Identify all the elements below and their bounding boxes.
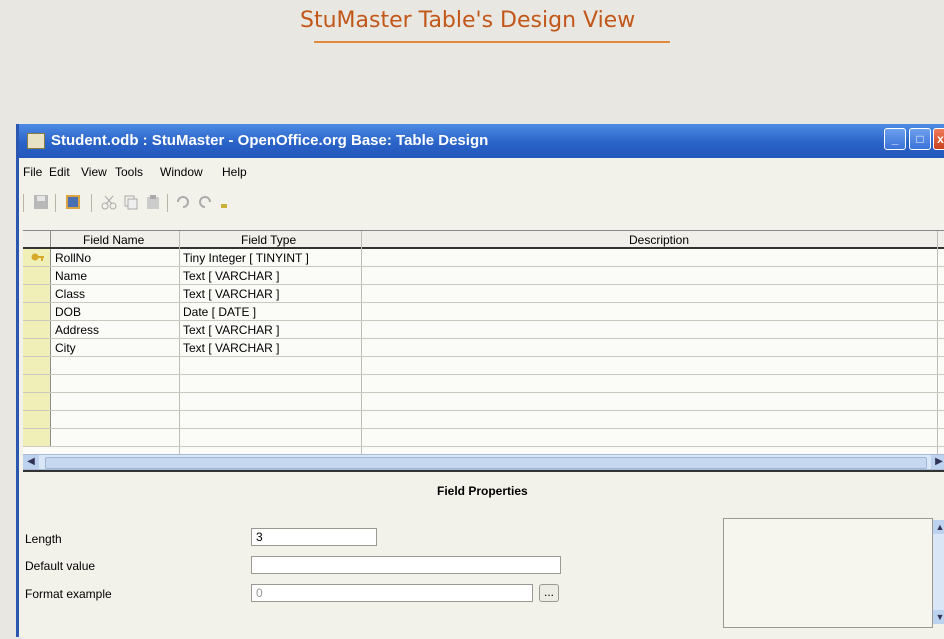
field-name-cell[interactable]: Name xyxy=(55,269,87,283)
table-design-window: Student.odb : StuMaster - OpenOffice.org… xyxy=(16,124,944,639)
menu-help[interactable]: Help xyxy=(222,165,247,179)
field-name-cell[interactable]: City xyxy=(55,341,76,355)
field-name-cell[interactable]: RollNo xyxy=(55,251,91,265)
table-row[interactable]: Name Text [ VARCHAR ] xyxy=(23,267,944,285)
maximize-button[interactable]: □ xyxy=(909,128,931,150)
field-grid: Field Name Field Type Description RollNo… xyxy=(23,230,944,467)
field-name-cell[interactable]: Address xyxy=(55,323,99,337)
field-type-cell[interactable]: Tiny Integer [ TINYINT ] xyxy=(183,251,309,265)
menu-window[interactable]: Window xyxy=(160,165,203,179)
menu-tools[interactable]: Tools xyxy=(115,165,143,179)
row-handle[interactable] xyxy=(23,285,51,302)
length-label: Length xyxy=(25,532,62,546)
field-type-cell[interactable]: Text [ VARCHAR ] xyxy=(183,287,279,301)
menu-bar: File Edit View Tools Window Help xyxy=(19,162,944,182)
format-example-button[interactable]: ... xyxy=(539,584,559,602)
edit-icon[interactable] xyxy=(65,194,81,210)
help-text-box xyxy=(723,518,933,628)
table-row[interactable]: Address Text [ VARCHAR ] xyxy=(23,321,944,339)
menu-view[interactable]: View xyxy=(81,165,107,179)
toolbar-separator xyxy=(91,194,92,212)
empty-row[interactable] xyxy=(23,429,944,447)
scroll-thumb[interactable] xyxy=(45,457,927,469)
window-title: Student.odb : StuMaster - OpenOffice.org… xyxy=(51,132,489,149)
format-example-input[interactable]: 0 xyxy=(251,584,533,602)
row-handle[interactable] xyxy=(23,357,51,374)
header-description[interactable]: Description xyxy=(629,233,689,247)
field-name-cell[interactable]: DOB xyxy=(55,305,81,319)
format-example-label: Format example xyxy=(25,587,112,601)
help-scrollbar[interactable]: ▲ ▼ xyxy=(933,520,944,624)
length-input[interactable]: 3 xyxy=(251,528,377,546)
field-properties-title: Field Properties xyxy=(437,484,528,498)
row-handle[interactable] xyxy=(23,321,51,338)
minimize-button[interactable]: _ xyxy=(884,128,906,150)
menu-edit[interactable]: Edit xyxy=(49,165,70,179)
default-value-label: Default value xyxy=(25,559,96,573)
field-type-cell[interactable]: Date [ DATE ] xyxy=(183,305,256,319)
horizontal-scrollbar[interactable]: ◀ ▶ xyxy=(23,454,944,470)
grid-header: Field Name Field Type Description xyxy=(23,231,944,249)
row-handle[interactable] xyxy=(23,411,51,428)
header-corner xyxy=(23,231,51,247)
row-handle[interactable] xyxy=(23,393,51,410)
primary-key-icon xyxy=(31,253,44,261)
header-field-type[interactable]: Field Type xyxy=(241,233,296,247)
field-type-cell[interactable]: Text [ VARCHAR ] xyxy=(183,341,279,355)
empty-row[interactable] xyxy=(23,393,944,411)
header-field-name[interactable]: Field Name xyxy=(83,233,144,247)
scroll-up-icon[interactable]: ▲ xyxy=(933,520,944,534)
page-heading: StuMaster Table's Design View xyxy=(300,8,700,43)
empty-row[interactable] xyxy=(23,411,944,429)
field-type-cell[interactable]: Text [ VARCHAR ] xyxy=(183,323,279,337)
table-row[interactable]: DOB Date [ DATE ] xyxy=(23,303,944,321)
table-row[interactable]: City Text [ VARCHAR ] xyxy=(23,339,944,357)
toolbar-separator xyxy=(167,194,168,212)
toolbar xyxy=(19,188,944,218)
toolbar-separator xyxy=(23,194,24,212)
toolbar-overflow-icon[interactable] xyxy=(219,194,229,210)
paste-icon[interactable] xyxy=(145,194,161,210)
close-button[interactable]: x xyxy=(933,128,944,150)
save-icon[interactable] xyxy=(33,194,49,210)
row-handle[interactable] xyxy=(23,249,51,266)
app-icon xyxy=(27,133,45,149)
field-properties-panel: Field Properties Length 3 Default value … xyxy=(23,470,944,639)
row-handle[interactable] xyxy=(23,339,51,356)
redo-icon[interactable] xyxy=(197,194,213,210)
cut-icon[interactable] xyxy=(101,194,117,210)
title-bar[interactable]: Student.odb : StuMaster - OpenOffice.org… xyxy=(19,124,944,158)
scroll-down-icon[interactable]: ▼ xyxy=(933,610,944,624)
row-handle[interactable] xyxy=(23,375,51,392)
scroll-right-icon[interactable]: ▶ xyxy=(931,455,944,469)
row-handle[interactable] xyxy=(23,303,51,320)
copy-icon[interactable] xyxy=(123,194,139,210)
row-handle[interactable] xyxy=(23,267,51,284)
empty-row[interactable] xyxy=(23,357,944,375)
field-name-cell[interactable]: Class xyxy=(55,287,85,301)
default-value-input[interactable] xyxy=(251,556,561,574)
heading-underline xyxy=(314,41,670,43)
field-type-cell[interactable]: Text [ VARCHAR ] xyxy=(183,269,279,283)
menu-file[interactable]: File xyxy=(23,165,42,179)
page-heading-text: StuMaster Table's Design View xyxy=(300,8,636,33)
toolbar-separator xyxy=(55,194,56,212)
empty-row[interactable] xyxy=(23,375,944,393)
table-row[interactable]: RollNo Tiny Integer [ TINYINT ] xyxy=(23,249,944,267)
table-row[interactable]: Class Text [ VARCHAR ] xyxy=(23,285,944,303)
scroll-left-icon[interactable]: ◀ xyxy=(23,455,39,469)
row-handle[interactable] xyxy=(23,429,51,446)
undo-icon[interactable] xyxy=(175,194,191,210)
